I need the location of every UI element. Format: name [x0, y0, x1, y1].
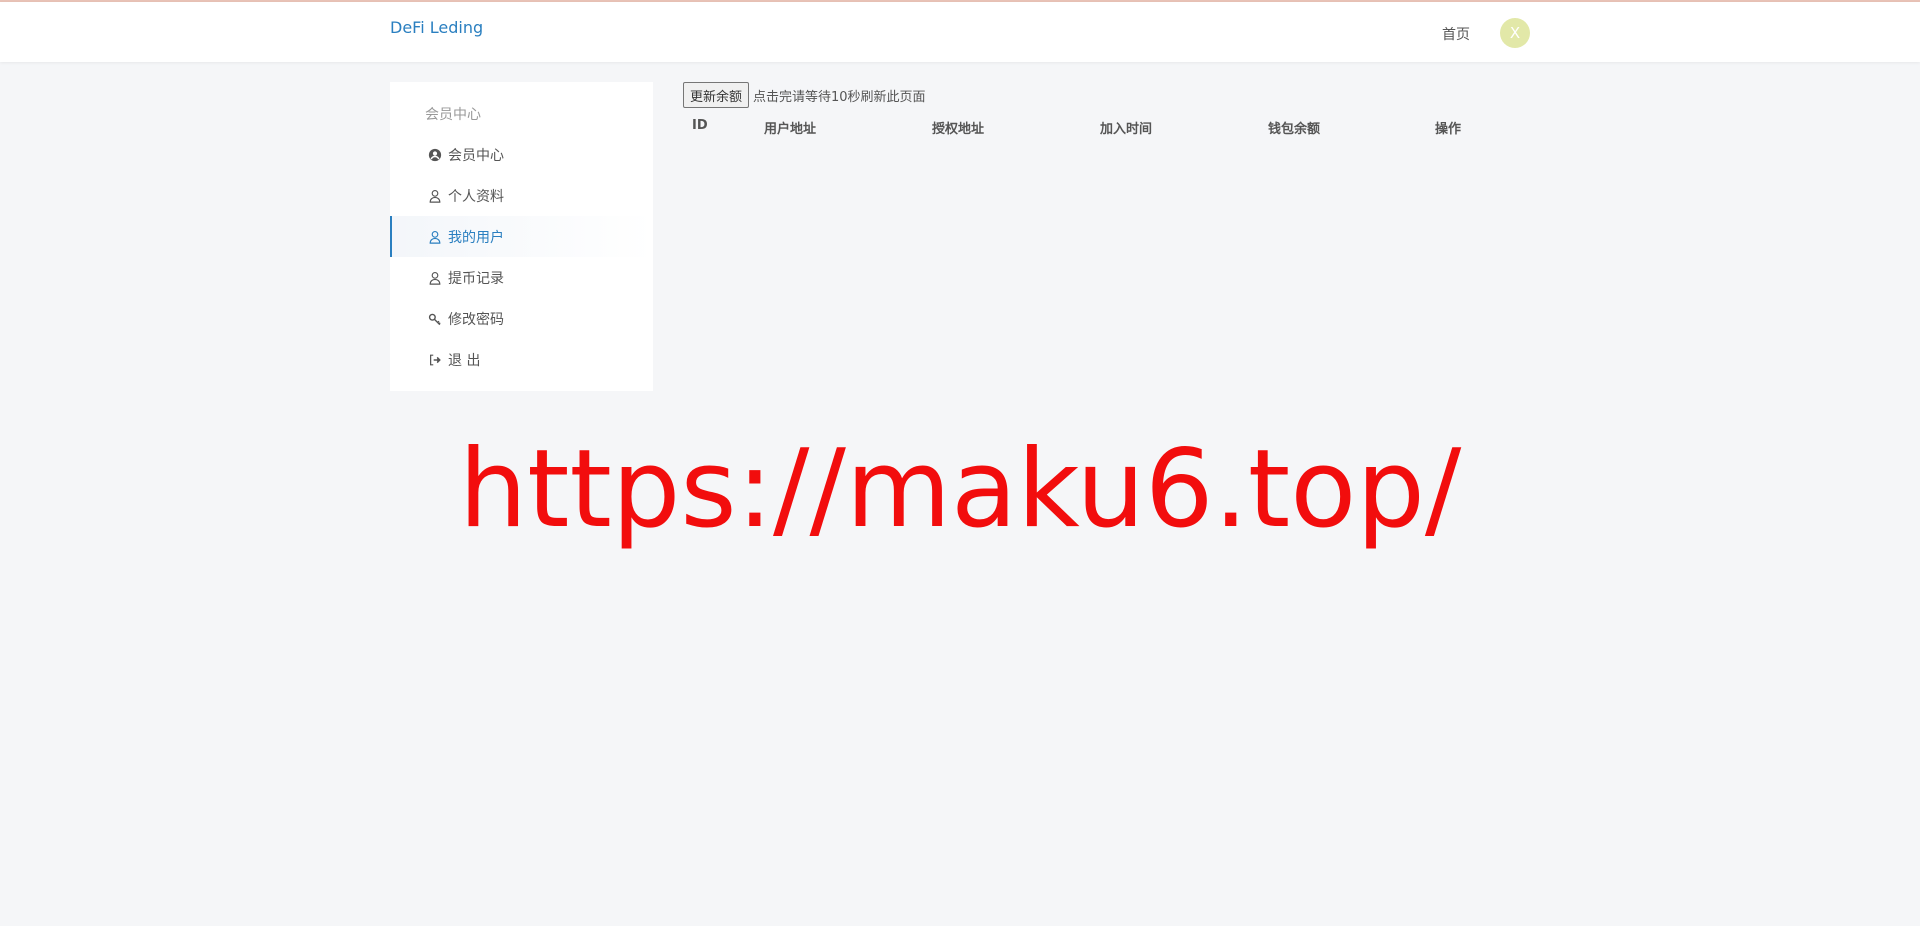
user-icon — [428, 271, 442, 285]
refresh-hint: 点击完请等待10秒刷新此页面 — [753, 89, 926, 105]
sidebar-item-withdraw-records[interactable]: 提币记录 — [390, 257, 653, 298]
top-header: DeFi Leding 首页 X — [0, 2, 1920, 62]
sidebar-menu: 会员中心 个人资料 我的用户 提币记录 修改密码 退 出 — [390, 134, 653, 380]
sidebar-item-my-users[interactable]: 我的用户 — [390, 216, 653, 257]
column-header-actions: 操作 — [1435, 122, 1462, 137]
avatar[interactable]: X — [1500, 18, 1530, 48]
refresh-balance-button[interactable]: 更新余额 — [683, 82, 750, 108]
sidebar-item-logout[interactable]: 退 出 — [390, 339, 653, 380]
user-icon — [428, 189, 442, 203]
refresh-row: 更新余额 点击完请等待10秒刷新此页面 — [683, 82, 926, 108]
user-icon — [428, 230, 442, 244]
sidebar-item-label: 我的用户 — [448, 229, 504, 246]
key-icon — [428, 312, 442, 326]
column-header-auth-address: 授权地址 — [932, 122, 985, 137]
sidebar-item-change-password[interactable]: 修改密码 — [390, 298, 653, 339]
column-header-id: ID — [692, 118, 708, 133]
sign-out-icon — [428, 353, 442, 367]
sidebar-item-label: 会员中心 — [448, 147, 504, 164]
sidebar-item-label: 个人资料 — [448, 188, 504, 205]
sidebar-item-label: 提币记录 — [448, 270, 504, 287]
sidebar-item-profile[interactable]: 个人资料 — [390, 175, 653, 216]
brand-link[interactable]: DeFi Leding — [390, 18, 483, 37]
sidebar-item-member-center[interactable]: 会员中心 — [390, 134, 653, 175]
column-header-user-address: 用户地址 — [764, 122, 817, 137]
sidebar-item-label: 修改密码 — [448, 311, 504, 328]
nav-home-link[interactable]: 首页 — [1442, 24, 1470, 44]
sidebar-title: 会员中心 — [425, 107, 481, 123]
sidebar-item-label: 退 出 — [448, 352, 481, 369]
sidebar: 会员中心 会员中心 个人资料 我的用户 提币记录 修改密码 退 出 — [390, 82, 653, 391]
column-header-join-time: 加入时间 — [1100, 122, 1153, 137]
user-circle-icon — [428, 148, 442, 162]
watermark-url: https://maku6.top/ — [458, 427, 1462, 552]
column-header-wallet-balance: 钱包余额 — [1268, 122, 1321, 137]
